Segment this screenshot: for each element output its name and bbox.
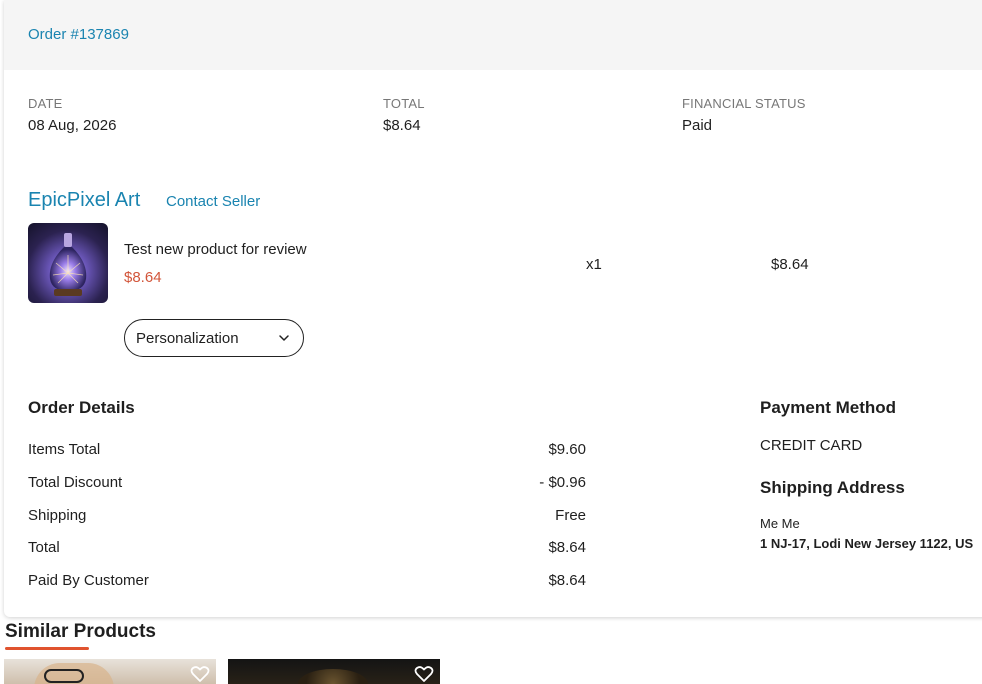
detail-label: Total xyxy=(28,539,60,556)
product-quantity: x1 xyxy=(586,256,602,273)
product-image xyxy=(298,669,368,684)
detail-row-total-discount: Total Discount - $0.96 xyxy=(28,474,586,496)
detail-value: $9.60 xyxy=(548,441,586,458)
heart-icon[interactable] xyxy=(190,665,210,683)
order-details-title: Order Details xyxy=(28,398,135,417)
date-value: 08 Aug, 2026 xyxy=(28,117,117,134)
similar-product-card[interactable] xyxy=(228,659,440,684)
detail-row-items-total: Items Total $9.60 xyxy=(28,441,586,463)
detail-row-total: Total $8.64 xyxy=(28,539,586,561)
personalization-label: Personalization xyxy=(136,329,239,347)
shipping-address: 1 NJ-17, Lodi New Jersey 1122, US xyxy=(760,536,974,551)
detail-label: Total Discount xyxy=(28,474,123,491)
detail-row-paid-by-customer: Paid By Customer $8.64 xyxy=(28,572,586,594)
order-card: Order #137869 DATE 08 Aug, 2026 TOTAL $8… xyxy=(4,0,982,617)
product-price: $8.64 xyxy=(124,269,162,286)
date-label: DATE xyxy=(28,96,63,111)
product-line-total: $8.64 xyxy=(771,256,809,273)
shipping-name: Me Me xyxy=(760,516,800,531)
detail-value: $8.64 xyxy=(548,539,586,556)
similar-product-card[interactable] xyxy=(4,659,216,684)
detail-value: - $0.96 xyxy=(539,474,586,491)
total-label: TOTAL xyxy=(383,96,425,111)
financial-status: FINANCIAL STATUS Paid xyxy=(682,96,806,134)
heart-icon[interactable] xyxy=(414,665,434,683)
similar-products-title: Similar Products xyxy=(5,621,156,642)
lamp-image-icon xyxy=(49,233,87,296)
order-total: TOTAL $8.64 xyxy=(383,96,425,134)
status-value: Paid xyxy=(682,117,713,134)
status-label: FINANCIAL STATUS xyxy=(682,96,806,111)
order-header: Order #137869 xyxy=(4,0,982,70)
seller-name[interactable]: EpicPixel Art xyxy=(28,189,140,212)
glasses-image-icon xyxy=(44,669,84,683)
product-title[interactable]: Test new product for review xyxy=(124,241,307,258)
detail-value: $8.64 xyxy=(548,572,586,589)
detail-row-shipping: Shipping Free xyxy=(28,507,586,529)
contact-seller-link[interactable]: Contact Seller xyxy=(166,193,260,210)
shipping-address-title: Shipping Address xyxy=(760,478,905,497)
order-date: DATE 08 Aug, 2026 xyxy=(28,96,116,134)
detail-label: Shipping xyxy=(28,507,87,524)
product-thumbnail[interactable] xyxy=(28,223,108,303)
chevron-down-icon xyxy=(279,335,289,341)
order-number[interactable]: Order #137869 xyxy=(28,26,129,43)
detail-value: Free xyxy=(555,507,586,524)
payment-method-value: CREDIT CARD xyxy=(760,437,863,454)
personalization-dropdown[interactable]: Personalization xyxy=(124,319,304,357)
detail-label: Paid By Customer xyxy=(28,572,149,589)
detail-label: Items Total xyxy=(28,441,101,458)
total-value: $8.64 xyxy=(383,117,421,134)
title-underline xyxy=(5,647,89,650)
payment-method-title: Payment Method xyxy=(760,398,897,417)
